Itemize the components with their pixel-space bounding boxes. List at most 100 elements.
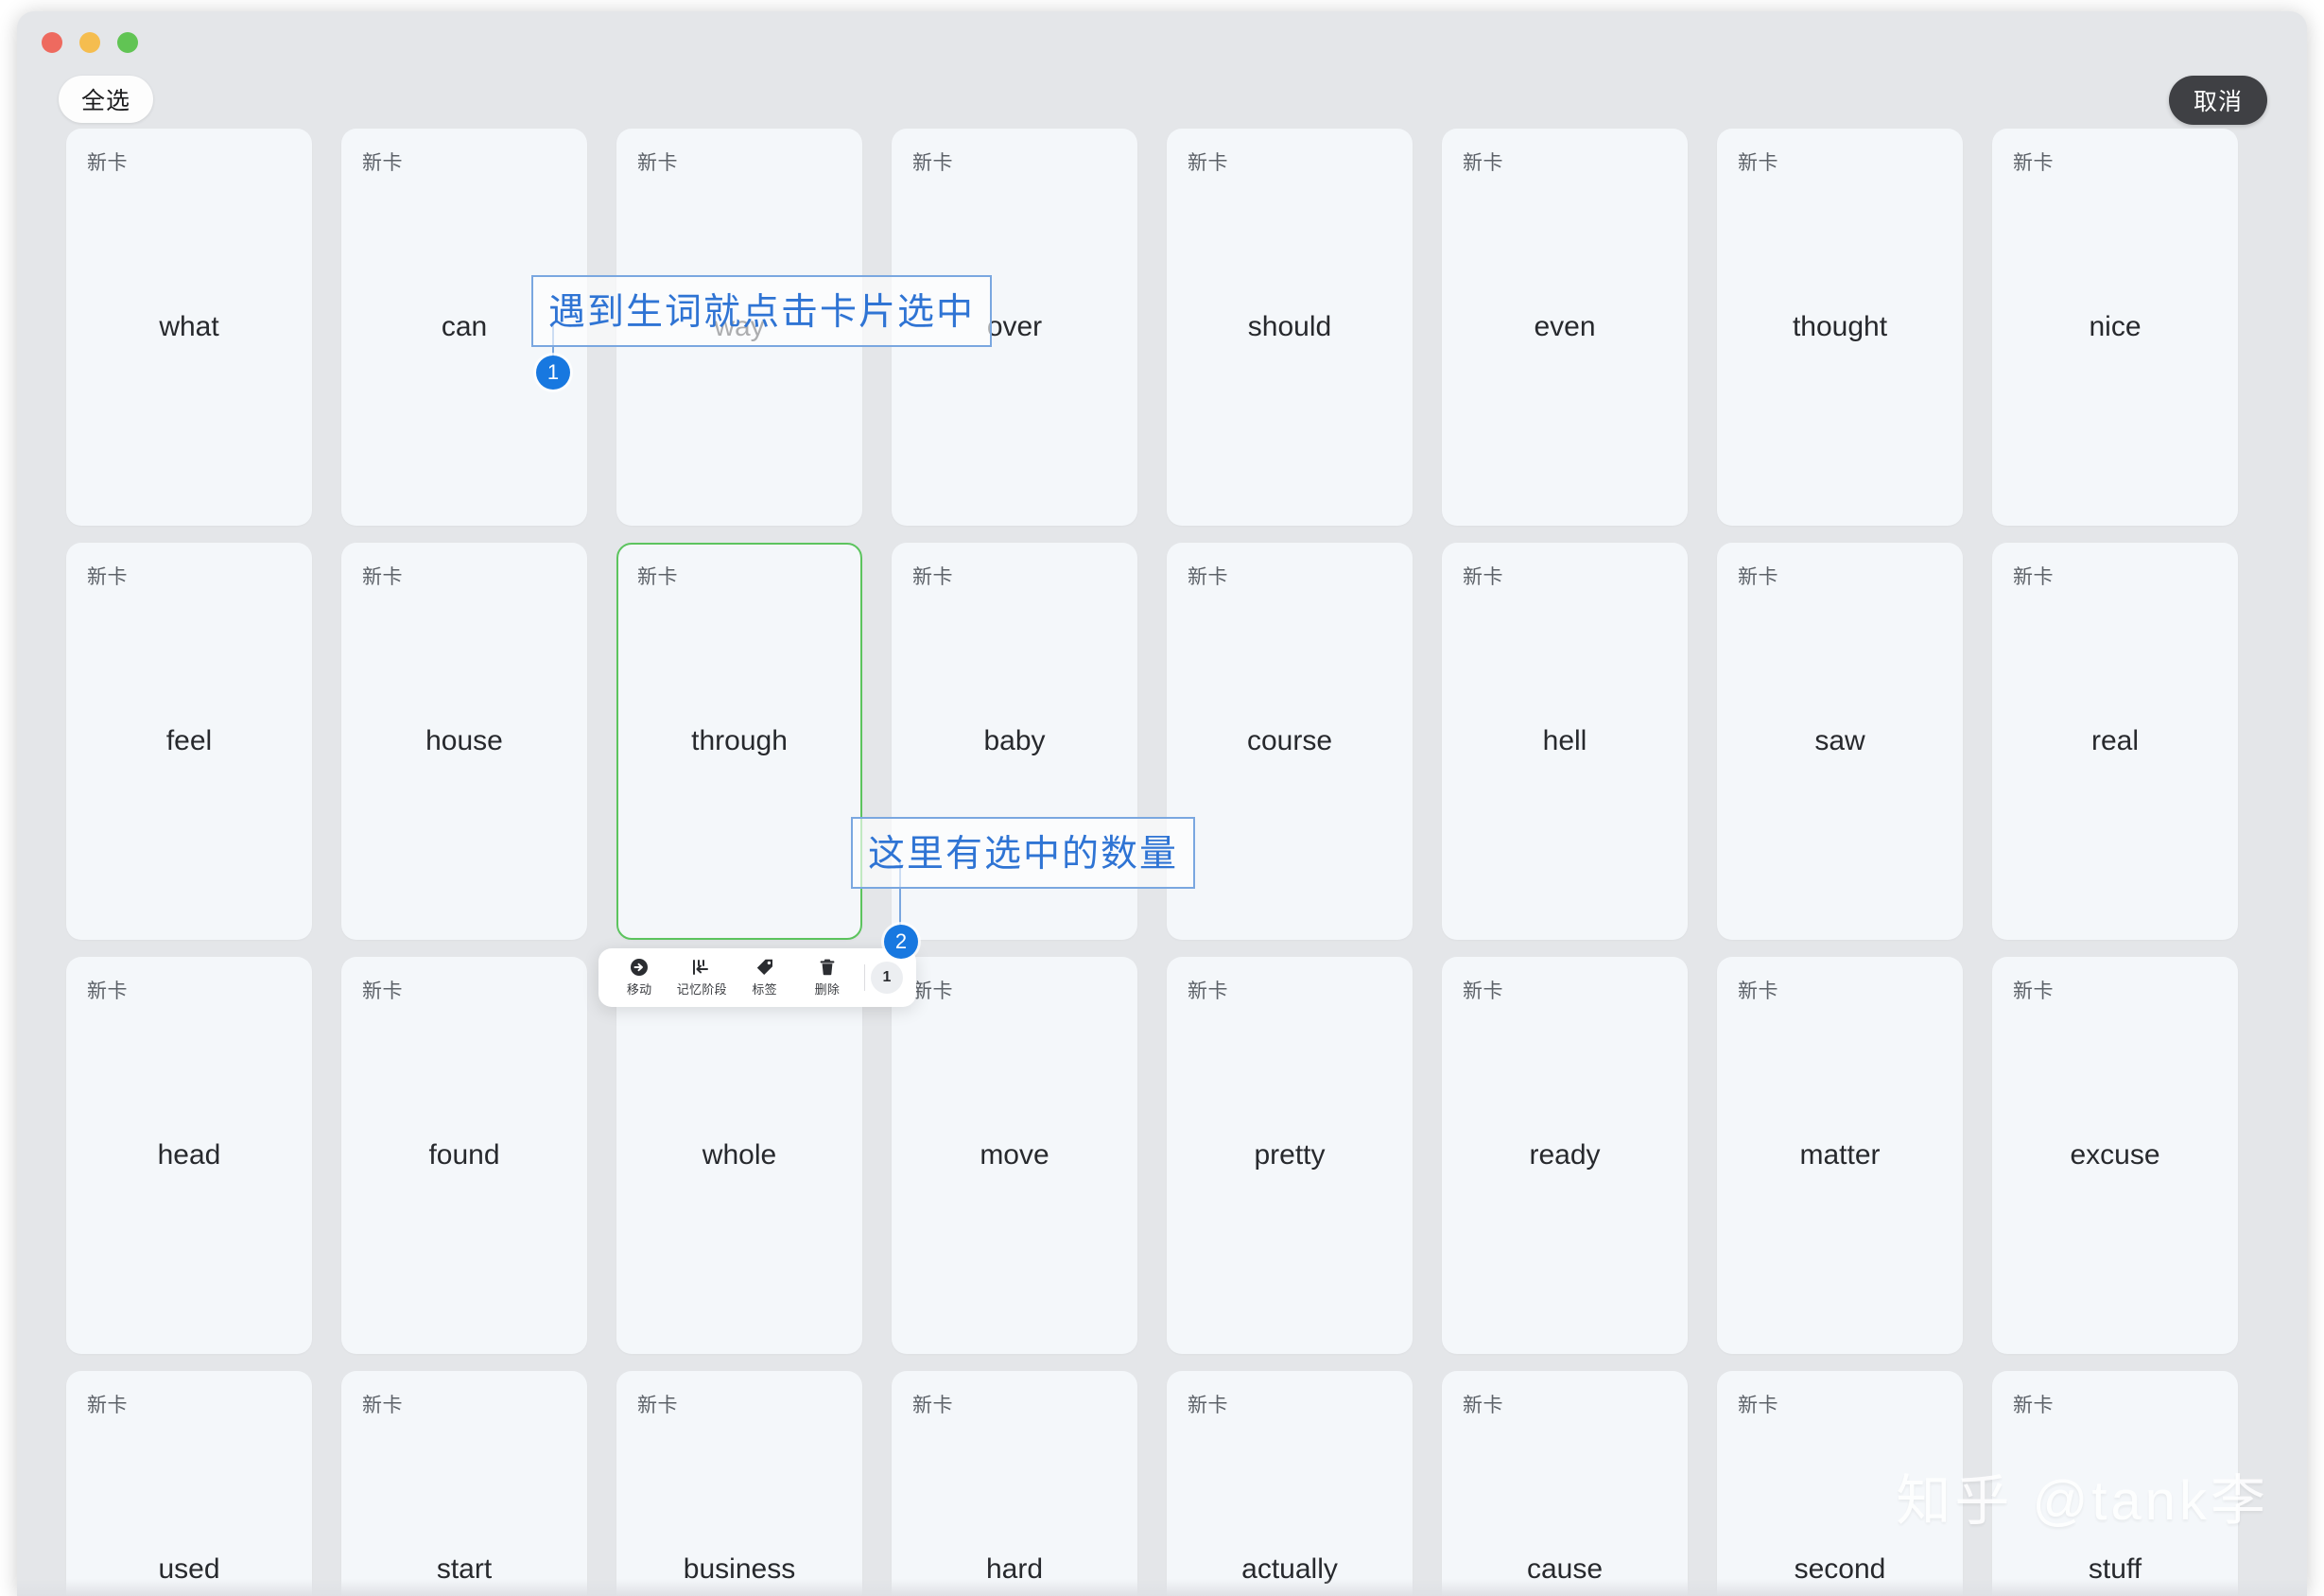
- card-word: found: [428, 1139, 500, 1171]
- card-word: nice: [2089, 311, 2142, 342]
- flashcard[interactable]: 新卡 hard: [892, 1371, 1137, 1596]
- card-status-label: 新卡: [1188, 152, 1228, 174]
- flashcard[interactable]: 新卡 found: [341, 957, 587, 1354]
- card-status-label: 新卡: [1738, 152, 1778, 174]
- card-status-label: 新卡: [1738, 566, 1778, 588]
- card-word: hell: [1542, 725, 1587, 756]
- card-status-label: 新卡: [1738, 1395, 1778, 1416]
- card-status-label: 新卡: [637, 1395, 678, 1416]
- card-status-label: 新卡: [1463, 152, 1503, 174]
- flashcard[interactable]: 新卡 course: [1167, 543, 1413, 940]
- card-word: pretty: [1254, 1139, 1326, 1171]
- toolbar-item-memory-stage[interactable]: 记忆阶段: [670, 958, 733, 998]
- app-window: 全选 取消 新卡what新卡can新卡way新卡over新卡should新卡ev…: [17, 11, 2307, 1596]
- flashcard[interactable]: 新卡 pretty: [1167, 957, 1413, 1354]
- card-word: ready: [1529, 1139, 1601, 1171]
- annotation-callout-2: 这里有选中的数量: [851, 817, 1196, 889]
- toolbar-item-delete[interactable]: 删除: [796, 958, 858, 998]
- titlebar: [17, 11, 2307, 70]
- card-word: should: [1247, 311, 1332, 342]
- flashcard[interactable]: 新卡 used: [66, 1371, 312, 1596]
- minimize-button[interactable]: [79, 32, 100, 53]
- toolbar-item-tag[interactable]: 标签: [734, 958, 796, 998]
- card-word: whole: [702, 1139, 777, 1171]
- card-status-label: 新卡: [1188, 1395, 1228, 1416]
- card-status-label: 新卡: [362, 566, 403, 588]
- flashcard[interactable]: 新卡 matter: [1717, 957, 1963, 1354]
- card-word: move: [980, 1139, 1049, 1171]
- flashcard[interactable]: 新卡 even: [1442, 129, 1688, 526]
- flashcard[interactable]: 新卡 through: [616, 543, 862, 940]
- card-status-label: 新卡: [912, 566, 953, 588]
- card-status-label: 新卡: [637, 566, 678, 588]
- flashcard[interactable]: 新卡 business: [616, 1371, 862, 1596]
- trash-icon: [819, 958, 836, 977]
- card-word: even: [1534, 311, 1596, 342]
- toolbar-label-move: 移动: [626, 982, 652, 997]
- card-word: course: [1246, 725, 1333, 756]
- flashcard[interactable]: 新卡 move: [892, 957, 1137, 1354]
- card-status-label: 新卡: [912, 980, 953, 1002]
- card-status-label: 新卡: [912, 1395, 953, 1416]
- card-word: matter: [1799, 1139, 1881, 1171]
- card-status-label: 新卡: [87, 152, 128, 174]
- card-status-label: 新卡: [1463, 566, 1503, 588]
- card-status-label: 新卡: [87, 1395, 128, 1416]
- toolbar-label-memory-stage: 记忆阶段: [676, 982, 727, 997]
- card-status-label: 新卡: [362, 980, 403, 1002]
- card-word: head: [157, 1139, 221, 1171]
- annotation-step-badge-2: 2: [884, 925, 918, 959]
- window-bottom-fade: [17, 1579, 2307, 1596]
- card-word: what: [159, 311, 219, 342]
- card-word: excuse: [2070, 1139, 2160, 1171]
- card-status-label: 新卡: [1188, 980, 1228, 1002]
- card-word: feel: [165, 725, 213, 756]
- toolbar-label-delete: 删除: [814, 982, 841, 997]
- card-word: thought: [1792, 311, 1888, 342]
- card-status-label: 新卡: [2013, 566, 2054, 588]
- flashcard[interactable]: 新卡 cause: [1442, 1371, 1688, 1596]
- flashcard[interactable]: 新卡 actually: [1167, 1371, 1413, 1596]
- flashcard[interactable]: 新卡 house: [341, 543, 587, 940]
- annotation-step-badge-1: 1: [536, 356, 570, 390]
- card-status-label: 新卡: [2013, 1395, 2054, 1416]
- flashcard[interactable]: 新卡 real: [1992, 543, 2238, 940]
- flashcard[interactable]: 新卡 feel: [66, 543, 312, 940]
- flashcard[interactable]: 新卡 hell: [1442, 543, 1688, 940]
- flashcard[interactable]: 新卡 thought: [1717, 129, 1963, 526]
- move-arrow-icon: [630, 958, 649, 977]
- toolbar-divider: [864, 964, 865, 991]
- flashcard[interactable]: 新卡 excuse: [1992, 957, 2238, 1354]
- card-word: baby: [983, 725, 1046, 756]
- card-status-label: 新卡: [637, 152, 678, 174]
- flashcard[interactable]: 新卡 start: [341, 1371, 587, 1596]
- card-status-label: 新卡: [1463, 1395, 1503, 1416]
- flashcard[interactable]: 新卡 second: [1717, 1371, 1963, 1596]
- flashcard[interactable]: 新卡whole: [616, 957, 862, 1354]
- maximize-button[interactable]: [117, 32, 138, 53]
- toolbar-label-tag: 标签: [752, 982, 777, 997]
- card-status-label: 新卡: [2013, 152, 2054, 174]
- card-status-label: 新卡: [362, 1395, 403, 1416]
- card-status-label: 新卡: [912, 152, 953, 174]
- memory-stage-icon: [691, 958, 712, 977]
- cancel-button[interactable]: 取消: [2168, 76, 2267, 125]
- card-status-label: 新卡: [1188, 566, 1228, 588]
- card-word: through: [691, 725, 788, 756]
- card-word: saw: [1814, 725, 1865, 756]
- selected-count-badge: 1: [871, 962, 903, 994]
- close-button[interactable]: [42, 32, 62, 53]
- flashcard[interactable]: 新卡 stuff: [1992, 1371, 2238, 1596]
- flashcard[interactable]: 新卡 nice: [1992, 129, 2238, 526]
- flashcard[interactable]: 新卡 head: [66, 957, 312, 1354]
- flashcard[interactable]: 新卡 ready: [1442, 957, 1688, 1354]
- flashcard[interactable]: 新卡 saw: [1717, 543, 1963, 940]
- card-status-label: 新卡: [1463, 980, 1503, 1002]
- annotation-callout-1: 遇到生词就点击卡片选中: [531, 275, 993, 347]
- card-status-label: 新卡: [362, 152, 403, 174]
- flashcard[interactable]: 新卡 what: [66, 129, 312, 526]
- flashcard[interactable]: 新卡 should: [1167, 129, 1413, 526]
- card-word: real: [2090, 725, 2140, 756]
- select-all-button[interactable]: 全选: [59, 76, 154, 123]
- toolbar-item-move[interactable]: 移动: [608, 958, 670, 998]
